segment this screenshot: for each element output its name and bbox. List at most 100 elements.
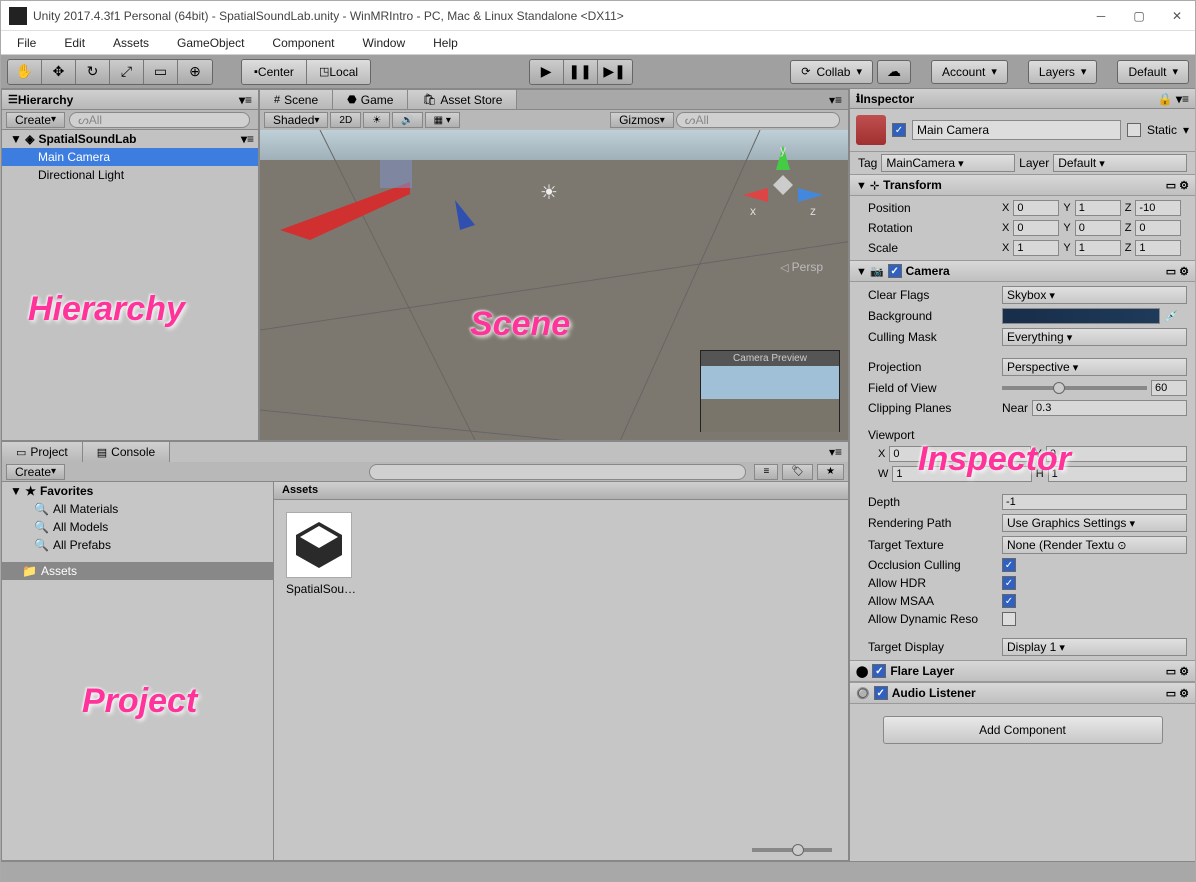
assets-folder[interactable]: 📁 Assets [2,562,273,580]
rot-x-input[interactable] [1013,220,1059,236]
project-create-dropdown[interactable]: Create ▾ [6,464,65,480]
orientation-gizmo[interactable]: y x z [738,140,828,233]
panel-menu-icon[interactable]: 🔒 ▾≡ [1158,92,1189,106]
rendering-path-dropdown[interactable]: Use Graphics Settings ▾ [1002,514,1187,532]
fov-slider[interactable] [1002,386,1147,390]
pivot-local-button[interactable]: ◳ Local [307,60,370,84]
move-tool-button[interactable]: ✥ [42,60,76,84]
background-color-field[interactable] [1002,308,1160,324]
vp-y-input[interactable] [1046,446,1187,462]
menu-file[interactable]: File [13,34,40,52]
static-checkbox[interactable] [1127,123,1141,137]
clear-flags-dropdown[interactable]: Skybox ▾ [1002,286,1187,304]
collab-dropdown[interactable]: ⟳ Collab ▾ [790,60,873,84]
fav-all-materials[interactable]: 🔍 All Materials [2,500,273,518]
maximize-button[interactable]: ▢ [1129,6,1149,26]
asset-item[interactable]: SpatialSou… [286,512,356,828]
panel-menu-icon[interactable]: ▾≡ [823,90,848,109]
assets-breadcrumb[interactable]: Assets [274,482,848,500]
layout-dropdown[interactable]: Default ▾ [1117,60,1189,84]
projection-dropdown[interactable]: Perspective ▾ [1002,358,1187,376]
project-fav-button[interactable]: ★ [817,464,844,480]
msaa-checkbox[interactable]: ✓ [1002,594,1016,608]
project-label-button[interactable]: 🏷 [782,464,813,480]
vp-h-input[interactable] [1048,466,1187,482]
rot-z-input[interactable] [1135,220,1181,236]
vp-w-input[interactable] [892,466,1031,482]
hierarchy-create-dropdown[interactable]: Create ▾ [6,112,65,128]
active-checkbox[interactable]: ✓ [892,123,906,137]
dynamic-reso-checkbox[interactable] [1002,612,1016,626]
menu-edit[interactable]: Edit [60,34,89,52]
tag-dropdown[interactable]: MainCamera ▾ [881,154,1015,172]
scale-z-input[interactable] [1135,240,1181,256]
pos-y-input[interactable] [1075,200,1121,216]
fav-all-models[interactable]: 🔍 All Models [2,518,273,536]
scene-2d-toggle[interactable]: 2D [330,112,361,128]
asset-store-tab[interactable]: 🛍 Asset Store [408,90,517,109]
flare-enabled-checkbox[interactable]: ✓ [872,664,886,678]
hierarchy-search-input[interactable]: ᔕAll [69,112,250,128]
transform-tool-button[interactable]: ⊕ [178,60,212,84]
layer-dropdown[interactable]: Default ▾ [1053,154,1187,172]
flare-layer-header[interactable]: ⬤ ✓ Flare Layer▭ ⚙ [850,660,1195,682]
scene-tab[interactable]: # Scene [260,90,333,109]
depth-input[interactable] [1002,494,1187,510]
scale-y-input[interactable] [1075,240,1121,256]
target-display-dropdown[interactable]: Display 1 ▾ [1002,638,1187,656]
panel-menu-icon[interactable]: ▾≡ [823,442,848,462]
fav-all-prefabs[interactable]: 🔍 All Prefabs [2,536,273,554]
close-button[interactable]: ✕ [1167,6,1187,26]
scene-lighting-toggle[interactable]: ☀ [363,112,390,128]
project-filter-button[interactable]: ≡ [754,464,778,480]
menu-gameobject[interactable]: GameObject [173,34,248,52]
pos-z-input[interactable] [1135,200,1181,216]
rotate-tool-button[interactable]: ↻ [76,60,110,84]
scale-x-input[interactable] [1013,240,1059,256]
cloud-button[interactable]: ☁ [877,60,911,84]
project-search-input[interactable] [369,464,746,480]
step-button[interactable]: ▶❚ [598,60,632,84]
hierarchy-item-main-camera[interactable]: Main Camera [2,148,258,166]
scene-viewport[interactable]: ☀ y x z ◁ Persp [260,130,848,440]
menu-help[interactable]: Help [429,34,462,52]
vp-x-input[interactable] [889,446,1030,462]
layers-dropdown[interactable]: Layers ▾ [1028,60,1098,84]
scene-search-input[interactable]: ᔕAll [676,112,840,128]
account-dropdown[interactable]: Account ▾ [931,60,1008,84]
fov-input[interactable] [1151,380,1187,396]
menu-component[interactable]: Component [268,34,338,52]
inspector-tab[interactable]: ℹ Inspector🔒 ▾≡ [850,89,1195,109]
menu-window[interactable]: Window [358,34,409,52]
scene-shading-dropdown[interactable]: Shaded ▾ [264,112,328,128]
culling-mask-dropdown[interactable]: Everything ▾ [1002,328,1187,346]
scene-fx-toggle[interactable]: ▦ ▾ [425,112,460,128]
pos-x-input[interactable] [1013,200,1059,216]
rect-tool-button[interactable]: ▭ [144,60,178,84]
scale-tool-button[interactable]: ⤢ [110,60,144,84]
play-button[interactable]: ▶ [530,60,564,84]
transform-component-header[interactable]: ▼ ⊹ Transform▭ ⚙ [850,174,1195,196]
menu-assets[interactable]: Assets [109,34,153,52]
object-name-input[interactable] [912,120,1121,140]
occlusion-checkbox[interactable]: ✓ [1002,558,1016,572]
scene-gizmos-dropdown[interactable]: Gizmos ▾ [610,112,674,128]
console-tab[interactable]: ▤ Console [83,442,170,462]
scene-audio-toggle[interactable]: 🔊 [392,112,422,128]
clip-near-input[interactable] [1032,400,1187,416]
hierarchy-scene-root[interactable]: ▼ ◈ SpatialSoundLab▾≡ [2,130,258,148]
minimize-button[interactable]: ─ [1091,6,1111,26]
hierarchy-tab[interactable]: ☰ Hierarchy▾≡ [2,90,258,110]
add-component-button[interactable]: Add Component [883,716,1163,744]
pause-button[interactable]: ❚❚ [564,60,598,84]
camera-enabled-checkbox[interactable]: ✓ [888,264,902,278]
hdr-checkbox[interactable]: ✓ [1002,576,1016,590]
static-dropdown-icon[interactable]: ▾ [1183,123,1189,137]
asset-zoom-slider[interactable] [752,848,832,852]
game-tab[interactable]: ⬣ Game [333,90,408,109]
project-tab[interactable]: ▭ Project [2,442,83,462]
hand-tool-button[interactable]: ✋ [8,60,42,84]
hierarchy-item-directional-light[interactable]: Directional Light [2,166,258,184]
rot-y-input[interactable] [1075,220,1121,236]
pivot-center-button[interactable]: ▪ Center [242,60,307,84]
